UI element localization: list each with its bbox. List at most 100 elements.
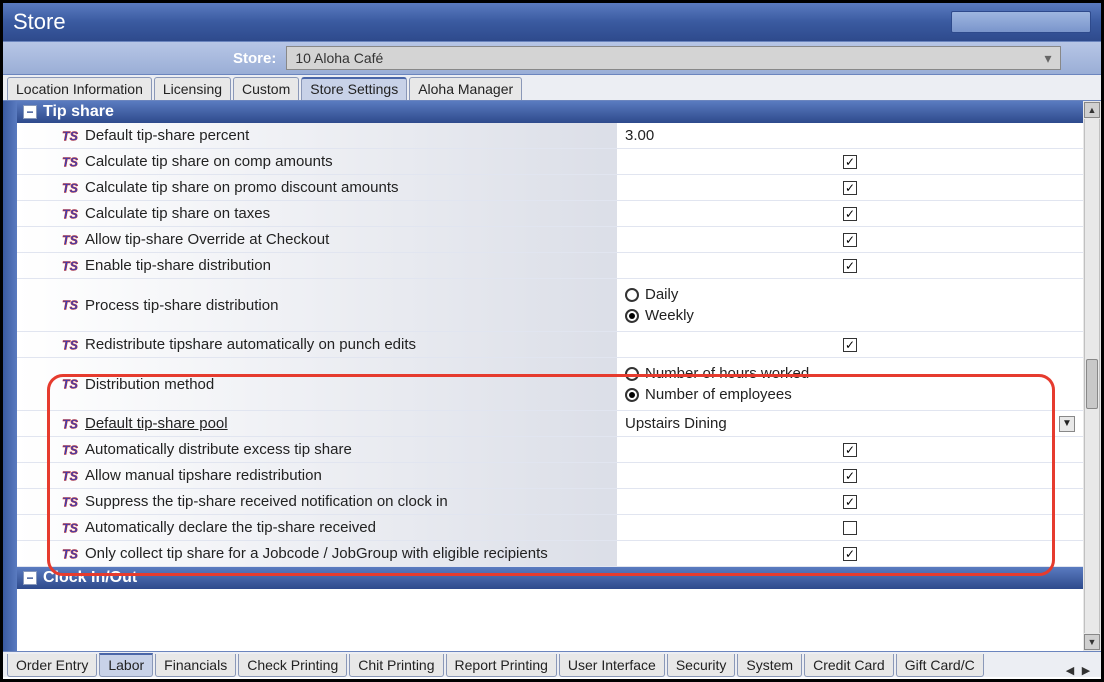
- checkbox[interactable]: [843, 338, 857, 352]
- property-label-text: Default tip-share pool: [85, 415, 228, 432]
- ts-icon: TS: [61, 128, 79, 144]
- ts-icon: TS: [61, 494, 79, 510]
- titlebar-accent: [951, 11, 1091, 33]
- text-value: 3.00: [625, 127, 654, 144]
- property-value: [617, 227, 1083, 252]
- svg-text:TS: TS: [62, 298, 79, 312]
- collapse-toggle[interactable]: −: [23, 571, 37, 585]
- property-label: TSRedistribute tipshare automatically on…: [17, 332, 617, 357]
- tab-nav: ◀▶: [1059, 663, 1097, 677]
- scroll-thumb[interactable]: [1086, 359, 1098, 409]
- tab-licensing[interactable]: Licensing: [154, 77, 231, 100]
- ts-icon: TS: [61, 337, 79, 353]
- tab-labor[interactable]: Labor: [99, 653, 153, 677]
- checkbox[interactable]: [843, 155, 857, 169]
- checkbox[interactable]: [843, 207, 857, 221]
- ts-icon: TS: [61, 232, 79, 248]
- tab-gift-card-c[interactable]: Gift Card/C: [896, 654, 984, 677]
- radio-option[interactable]: Daily: [625, 286, 678, 303]
- property-label-text: Default tip-share percent: [85, 127, 249, 144]
- tab-financials[interactable]: Financials: [155, 654, 236, 677]
- svg-text:TS: TS: [62, 377, 79, 391]
- tab-security[interactable]: Security: [667, 654, 736, 677]
- radio-option[interactable]: Number of employees: [625, 386, 792, 403]
- property-label: TS Allow manual tipshare redistribution: [17, 463, 617, 488]
- svg-text:TS: TS: [62, 338, 79, 352]
- property-value: [617, 253, 1083, 278]
- checkbox[interactable]: [843, 233, 857, 247]
- property-label-text: Process tip-share distribution: [85, 297, 278, 314]
- bottom-tabstrip: Order EntryLaborFinancialsCheck Printing…: [3, 651, 1101, 677]
- svg-text:TS: TS: [62, 155, 79, 169]
- section-title: Tip share: [43, 103, 114, 121]
- scroll-up-button[interactable]: ▲: [1084, 102, 1100, 118]
- checkbox[interactable]: [843, 469, 857, 483]
- tab-scroll-left[interactable]: ◀: [1063, 663, 1077, 677]
- property-grid: −Tip share TSDefault tip-share percent3.…: [17, 101, 1083, 651]
- tab-order-entry[interactable]: Order Entry: [7, 654, 97, 677]
- property-row: TS Allow manual tipshare redistribution: [17, 463, 1083, 489]
- property-row: TSAllow tip-share Override at Checkout: [17, 227, 1083, 253]
- property-label: TS Default tip-share pool: [17, 411, 617, 436]
- checkbox[interactable]: [843, 443, 857, 457]
- tab-check-printing[interactable]: Check Printing: [238, 654, 347, 677]
- checkbox[interactable]: [843, 495, 857, 509]
- tab-scroll-right[interactable]: ▶: [1079, 663, 1093, 677]
- radio-option[interactable]: Number of hours worked: [625, 365, 809, 382]
- svg-text:TS: TS: [62, 259, 79, 273]
- chevron-down-icon: ▾: [1040, 50, 1056, 66]
- property-row: TSDistribution methodNumber of hours wor…: [17, 358, 1083, 411]
- property-value: [617, 437, 1083, 462]
- collapse-toggle[interactable]: −: [23, 105, 37, 119]
- property-row: TS Default tip-share pool Upstairs Dining▼: [17, 411, 1083, 437]
- tab-chit-printing[interactable]: Chit Printing: [349, 654, 443, 677]
- property-label-text: Suppress the tip-share received notifica…: [85, 493, 448, 510]
- tab-credit-card[interactable]: Credit Card: [804, 654, 894, 677]
- page-title: Store: [13, 9, 66, 35]
- property-label-text: Automatically distribute excess tip shar…: [85, 441, 352, 458]
- ts-icon: TS: [61, 546, 79, 562]
- property-value[interactable]: Upstairs Dining▼: [617, 411, 1083, 436]
- property-value: Number of hours worked Number of employee…: [617, 358, 1083, 410]
- property-label: TSAutomatically declare the tip-share re…: [17, 515, 617, 540]
- store-selector-row: Store: 10 Aloha Café ▾: [3, 41, 1101, 75]
- radio-label: Number of employees: [645, 386, 792, 403]
- svg-text:TS: TS: [62, 417, 79, 431]
- checkbox[interactable]: [843, 521, 857, 535]
- radio-option[interactable]: Weekly: [625, 307, 694, 324]
- property-value: [617, 489, 1083, 514]
- radio-label: Weekly: [645, 307, 694, 324]
- tip-share-rows: TS Default tip-share percent 3.00 TS Calcula…: [17, 123, 1083, 567]
- checkbox[interactable]: [843, 181, 857, 195]
- store-dropdown[interactable]: 10 Aloha Café ▾: [286, 46, 1061, 70]
- svg-text:TS: TS: [62, 469, 79, 483]
- tab-user-interface[interactable]: User Interface: [559, 654, 665, 677]
- tab-store-settings[interactable]: Store Settings: [301, 77, 407, 100]
- tab-report-printing[interactable]: Report Printing: [446, 654, 557, 677]
- property-label-text: Calculate tip share on taxes: [85, 205, 270, 222]
- checkbox[interactable]: [843, 547, 857, 561]
- chevron-down-icon[interactable]: ▼: [1059, 416, 1075, 432]
- tab-location-information[interactable]: Location Information: [7, 77, 152, 100]
- radio-icon: [625, 309, 639, 323]
- scroll-down-button[interactable]: ▼: [1084, 634, 1100, 650]
- property-label: TS Suppress the tip-share received notifi…: [17, 489, 617, 514]
- checkbox[interactable]: [843, 259, 857, 273]
- property-row: TS Calculate tip share on taxes: [17, 201, 1083, 227]
- tab-aloha-manager[interactable]: Aloha Manager: [409, 77, 522, 100]
- section-clock-in-out: −Clock In/Out: [17, 567, 1083, 589]
- vertical-scrollbar[interactable]: ▲ ▼: [1083, 101, 1101, 651]
- property-label-text: Allow manual tipshare redistribution: [85, 467, 322, 484]
- ts-icon: TS: [61, 376, 79, 392]
- scroll-track[interactable]: [1084, 119, 1100, 633]
- radio-icon: [625, 367, 639, 381]
- property-value: [617, 175, 1083, 200]
- property-label-text: Enable tip-share distribution: [85, 257, 271, 274]
- property-value[interactable]: 3.00: [617, 123, 1083, 148]
- tab-custom[interactable]: Custom: [233, 77, 299, 100]
- property-value: [617, 149, 1083, 174]
- tab-system[interactable]: System: [737, 654, 802, 677]
- property-label: TS Process tip-share distribution: [17, 279, 617, 331]
- property-row: TSAutomatically declare the tip-share re…: [17, 515, 1083, 541]
- ts-icon: TS: [61, 206, 79, 222]
